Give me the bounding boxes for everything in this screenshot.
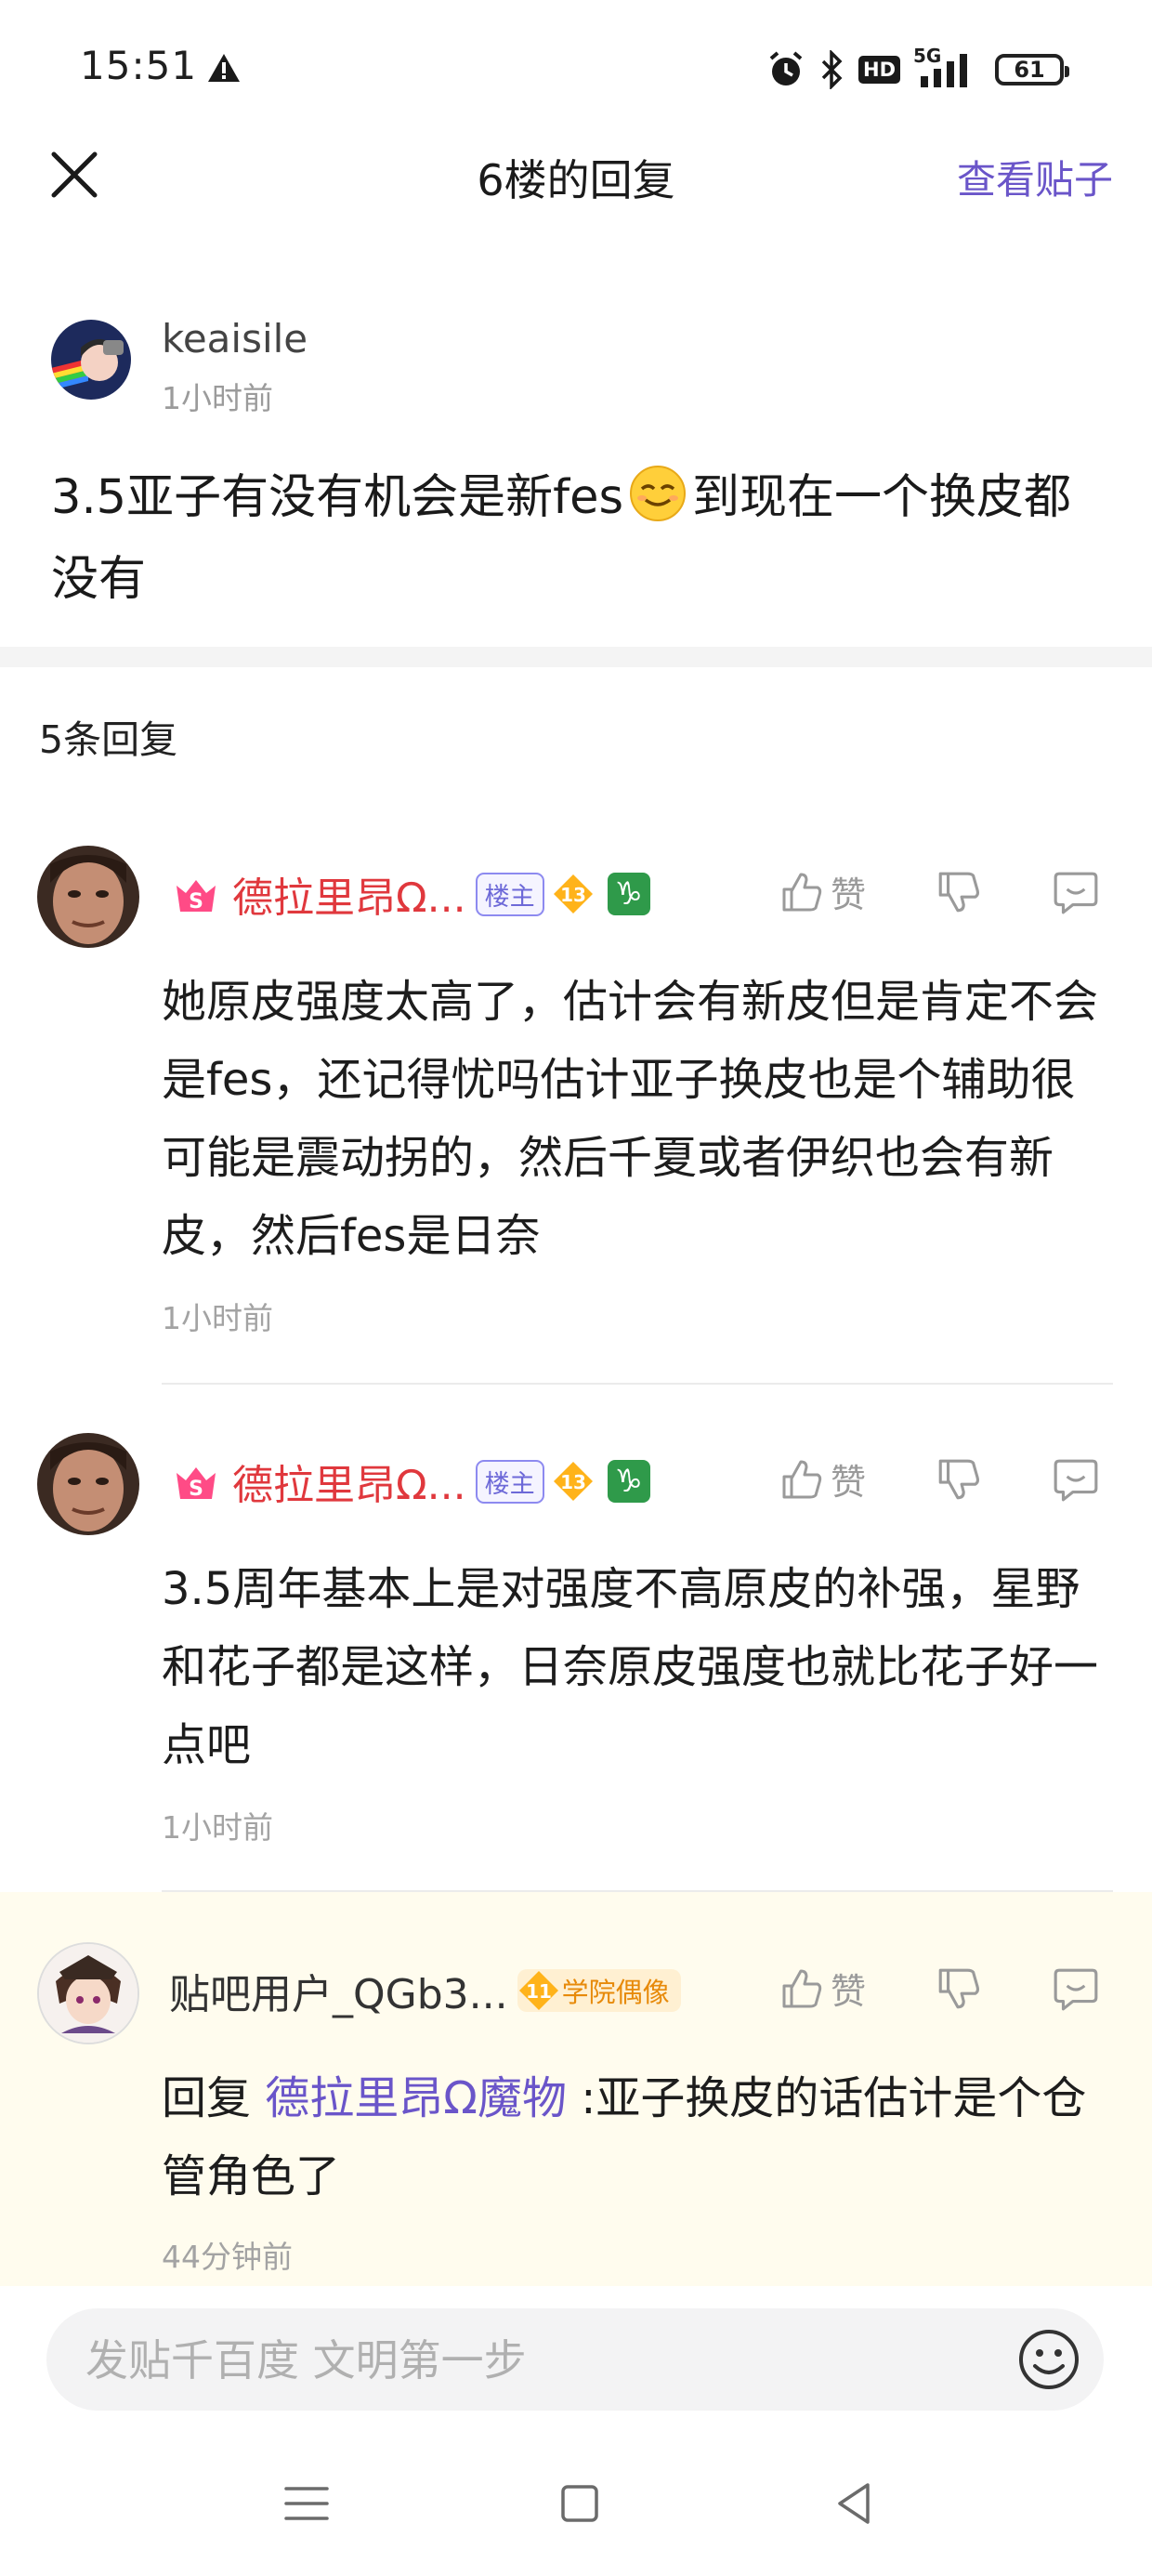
reply-time: 44分钟前 [162, 2239, 293, 2275]
reply-username[interactable]: 贴吧用户_QGb3... [169, 1961, 508, 2020]
like-label: 赞 [831, 1462, 867, 1503]
reply-user-row: S 德拉里昂Ω... 楼主 13 ♑ [171, 1453, 650, 1509]
level-number: 13 [560, 884, 586, 906]
warning-icon [208, 54, 240, 82]
level-badge-icon: 11 [518, 1971, 558, 2010]
thumb-up-icon [782, 1969, 822, 2007]
comment-icon[interactable] [1052, 1965, 1100, 2013]
reply-username[interactable]: 德拉里昂Ω... [232, 1452, 466, 1511]
like-label: 赞 [831, 1971, 867, 2012]
like-button[interactable]: 赞 [779, 1453, 866, 1505]
title-badge-label: 学院偶像 [561, 1977, 670, 2008]
smug-emoji-icon [630, 466, 687, 521]
owner-badge: 楼主 [475, 1459, 544, 1504]
reply-text: 回复 德拉里昂Ω魔物 :亚子换皮的话估计是个仓管角色了 [162, 2059, 1119, 2215]
status-icons: HD 5G 61 [767, 45, 1070, 93]
signal-icon: 5G [913, 45, 982, 89]
thumb-down-icon[interactable] [935, 1455, 983, 1504]
comment-icon[interactable] [1052, 868, 1100, 916]
reply-user-row: S 德拉里昂Ω... 楼主 13 ♑ [171, 866, 650, 922]
thumb-down-icon[interactable] [935, 868, 983, 916]
owner-badge: 楼主 [475, 872, 544, 916]
reply-avatar[interactable] [37, 846, 139, 948]
title-badge: 11 学院偶像 [517, 1969, 681, 2012]
view-post-link[interactable]: 查看贴子 [957, 149, 1113, 205]
section-divider [0, 647, 1152, 667]
battery-level: 61 [1014, 57, 1045, 83]
reply-user-row: 贴吧用户_QGb3... 11 学院偶像 [169, 1963, 681, 2018]
level-number: 11 [526, 1980, 552, 2003]
reply-count: 5条回复 [39, 717, 178, 762]
menu-icon[interactable] [279, 2476, 334, 2531]
status-time: 15:51 [80, 43, 198, 88]
thumb-up-icon [782, 873, 822, 911]
reply-username[interactable]: 德拉里昂Ω... [232, 864, 466, 924]
level-number: 13 [560, 1471, 586, 1493]
thumb-down-icon[interactable] [935, 1965, 983, 2013]
comment-input[interactable] [84, 2308, 923, 2412]
reply-separator [162, 1383, 1113, 1385]
like-label: 赞 [831, 874, 867, 915]
battery-icon: 61 [995, 54, 1070, 85]
comment-input-bar [46, 2308, 1104, 2412]
reply-avatar[interactable] [37, 1433, 139, 1535]
bluetooth-icon [821, 50, 843, 89]
reply-time: 1小时前 [162, 1300, 273, 1336]
hd-icon: HD [858, 56, 901, 84]
like-button[interactable]: 赞 [779, 866, 866, 917]
reply-text: 3.5周年基本上是对强度不高原皮的补强，星野和花子都是这样，日奈原皮强度也就比花… [162, 1563, 1099, 1771]
like-button[interactable]: 赞 [779, 1963, 866, 2014]
emoji-icon[interactable] [1016, 2327, 1081, 2392]
crown-badge-icon: S [177, 1467, 216, 1501]
alarm-icon [769, 51, 803, 85]
reply-avatar[interactable] [37, 1942, 139, 2044]
reply-prefix: 回复 [162, 2072, 252, 2124]
comment-icon[interactable] [1052, 1455, 1100, 1504]
svg-text:S: S [189, 890, 203, 913]
reply-time: 1小时前 [162, 1809, 273, 1846]
op-avatar[interactable] [51, 320, 131, 400]
op-username[interactable]: keaisile [162, 316, 308, 361]
zodiac-icon: ♑ [607, 1460, 650, 1503]
close-icon[interactable] [48, 149, 100, 201]
reply-text: 她原皮强度太高了，估计会有新皮但是肯定不会是fes，还记得忧吗估计亚子换皮也是个… [162, 976, 1099, 1262]
zodiac-icon: ♑ [607, 873, 650, 915]
back-icon[interactable] [827, 2476, 883, 2531]
mention-link[interactable]: 德拉里昂Ω魔物 [265, 2072, 567, 2124]
op-content: 3.5亚子有没有机会是新fes 到现在一个换皮都没有 [51, 457, 1110, 621]
op-content-text: 3.5亚子有没有机会是新fes [51, 470, 624, 525]
svg-text:S: S [189, 1478, 203, 1501]
crown-badge-icon: S [177, 880, 216, 913]
home-icon[interactable] [552, 2476, 608, 2531]
network-type: 5G [913, 45, 942, 67]
level-badge-icon: 13 [553, 874, 593, 913]
level-badge-icon: 13 [553, 1462, 593, 1501]
op-time: 1小时前 [162, 380, 273, 416]
thumb-up-icon [782, 1460, 822, 1498]
